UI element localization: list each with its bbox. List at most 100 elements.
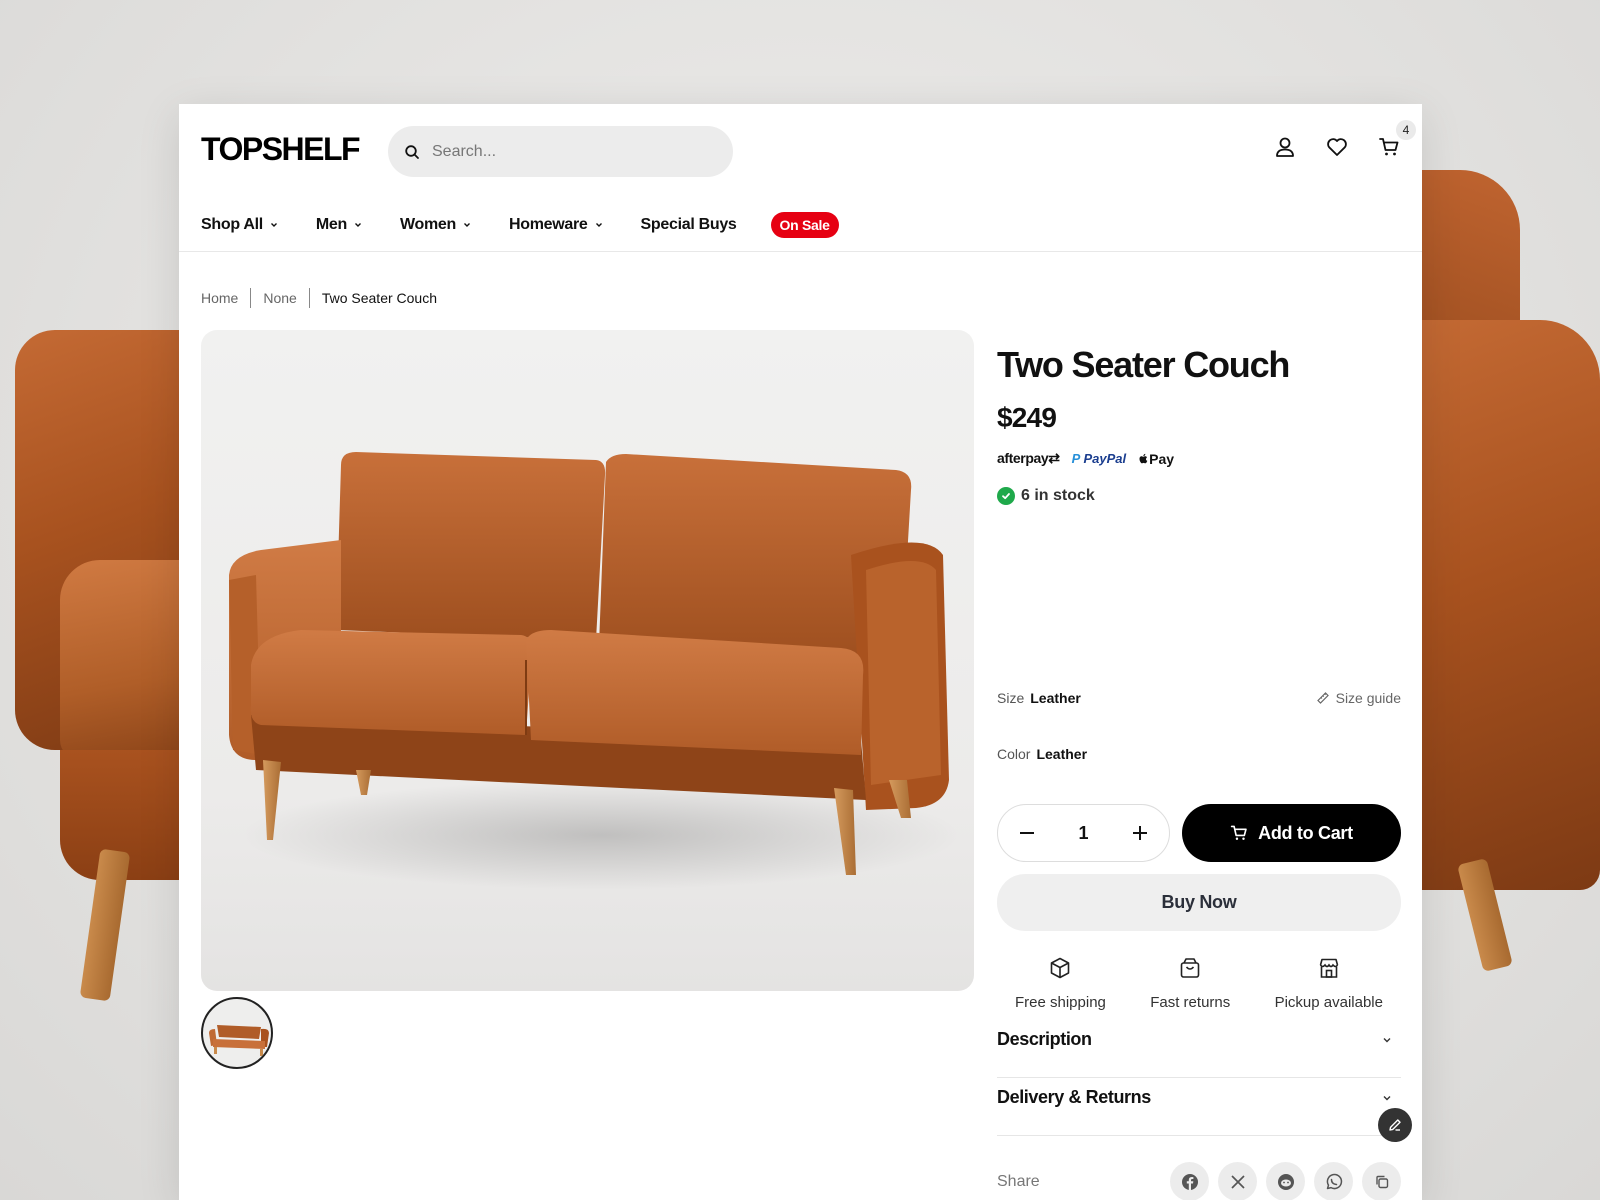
search-icon [405, 144, 419, 159]
nav-homeware[interactable]: Homeware [509, 216, 603, 234]
size-value[interactable]: Leather [1030, 690, 1081, 706]
check-circle-icon [997, 487, 1015, 505]
edit-floating-button[interactable] [1378, 1108, 1412, 1142]
breadcrumb-home[interactable]: Home [201, 290, 238, 306]
accordion-title: Description [997, 1029, 1092, 1049]
product-thumbnail[interactable] [201, 997, 273, 1069]
size-option: Size Leather Size guide [997, 690, 1401, 706]
product-title: Two Seater Couch [997, 344, 1290, 385]
ruler-icon [1316, 692, 1329, 704]
cart-count-badge: 4 [1396, 120, 1416, 140]
feature-pickup-available: Pickup available [1275, 956, 1383, 1011]
store-icon [1319, 958, 1339, 978]
share-reddit-button[interactable] [1266, 1162, 1305, 1200]
paypal-p-glyph: P [1071, 451, 1080, 466]
product-price: $249 [997, 402, 1057, 433]
add-to-cart-label: Add to Cart [1258, 822, 1353, 843]
chevron-down-icon [1383, 1037, 1391, 1042]
on-sale-badge[interactable]: On Sale [770, 212, 839, 238]
nav-men[interactable]: Men [316, 216, 362, 234]
decrease-quantity-button[interactable] [1016, 822, 1038, 844]
stock-text: 6 in stock [1021, 487, 1095, 504]
share-x-button[interactable] [1218, 1162, 1257, 1200]
search-input[interactable] [432, 142, 712, 161]
nav-label: Homeware [509, 216, 588, 233]
size-guide-link[interactable]: Size guide [1316, 690, 1401, 706]
pencil-icon [1389, 1119, 1401, 1131]
nav-shop-all[interactable]: Shop All [201, 216, 278, 234]
quantity-stepper: 1 [997, 804, 1170, 862]
accordion-title: Delivery & Returns [997, 1087, 1151, 1107]
increase-quantity-button[interactable] [1129, 822, 1151, 844]
size-guide-text: Size guide [1335, 690, 1401, 706]
breadcrumb-separator [308, 288, 310, 308]
minus-icon [1020, 832, 1034, 834]
feature-free-shipping: Free shipping [1015, 956, 1106, 1011]
color-option: Color Leather [997, 746, 1401, 762]
cart-icon [1230, 825, 1247, 840]
feature-label: Fast returns [1150, 994, 1231, 1011]
nav-label: Men [315, 216, 347, 233]
facebook-icon [1181, 1173, 1198, 1190]
size-label: Size [997, 690, 1025, 706]
share-buttons [1170, 1162, 1401, 1200]
chevron-down-icon [355, 223, 361, 227]
feature-fast-returns: Fast returns [1150, 956, 1230, 1011]
search-bar[interactable] [388, 126, 733, 177]
whatsapp-icon [1326, 1173, 1342, 1189]
brand-logo[interactable]: TOPSHELF [201, 131, 361, 168]
nav-label: Special Buys [640, 216, 737, 233]
chevron-down-icon [270, 223, 277, 227]
box-icon [1051, 957, 1070, 979]
delivery-returns-accordion[interactable]: Delivery & Returns [997, 1087, 1401, 1108]
color-label: Color [997, 746, 1031, 762]
background-chair-right [1400, 170, 1600, 972]
couch-thumbnail-image [209, 1025, 269, 1056]
add-to-cart-button[interactable]: Add to Cart [1182, 804, 1401, 862]
apple-pay-logo: Pay [1138, 451, 1174, 467]
reddit-icon [1277, 1173, 1294, 1190]
color-value[interactable]: Leather [1036, 746, 1087, 762]
share-label: Share [997, 1172, 1040, 1190]
share-whatsapp-button[interactable] [1314, 1162, 1353, 1200]
feature-label: Free shipping [1015, 994, 1106, 1011]
product-main-image[interactable] [201, 330, 974, 991]
main-nav: Shop All Men Women Homeware Special Buys… [201, 210, 839, 240]
nav-divider [179, 251, 1422, 252]
paypal-text: PayPal [1083, 451, 1127, 466]
share-facebook-button[interactable] [1170, 1162, 1209, 1200]
feature-label: Pickup available [1274, 994, 1383, 1011]
nav-label: Shop All [201, 216, 263, 233]
header-actions: 4 [1274, 120, 1416, 158]
buy-now-button[interactable]: Buy Now [997, 874, 1401, 931]
nav-women[interactable]: Women [400, 216, 471, 234]
quantity-value[interactable]: 1 [1078, 823, 1088, 844]
breadcrumb-current: Two Seater Couch [321, 290, 437, 306]
paypal-logo: P PayPal [1072, 451, 1126, 466]
chevron-down-icon [595, 223, 602, 227]
afterpay-logo: afterpay⇄ [997, 450, 1060, 466]
copy-icon [1375, 1175, 1388, 1188]
payment-methods: afterpay⇄ P PayPal Pay [997, 450, 1401, 467]
chevron-down-icon [1383, 1095, 1391, 1100]
breadcrumb-category[interactable]: None [263, 290, 296, 306]
product-page-window: TOPSHELF 4 Shop All Men W [179, 104, 1422, 1200]
nav-special-buys[interactable]: Special Buys [641, 216, 737, 234]
apple-pay-text: Pay [1149, 450, 1175, 467]
bag-icon [1180, 958, 1200, 978]
wishlist-heart-icon[interactable] [1326, 136, 1348, 158]
product-info-panel: Two Seater Couch $249 afterpay⇄ P PayPal… [997, 330, 1401, 1200]
share-row: Share [997, 1162, 1401, 1200]
breadcrumb: Home None Two Seater Couch [201, 288, 437, 308]
account-icon[interactable] [1274, 136, 1296, 158]
header: TOPSHELF 4 [179, 104, 1422, 204]
cart-icon[interactable]: 4 [1378, 120, 1416, 158]
apple-icon [1139, 453, 1148, 463]
breadcrumb-separator [250, 288, 252, 308]
copy-link-button[interactable] [1362, 1162, 1401, 1200]
chevron-down-icon [464, 223, 470, 227]
feature-list: Free shipping Fast returns Pickup availa… [997, 956, 1401, 1011]
afterpay-text: afterpay [997, 450, 1049, 466]
nav-label: Women [400, 216, 456, 233]
description-accordion[interactable]: Description [997, 1029, 1401, 1050]
